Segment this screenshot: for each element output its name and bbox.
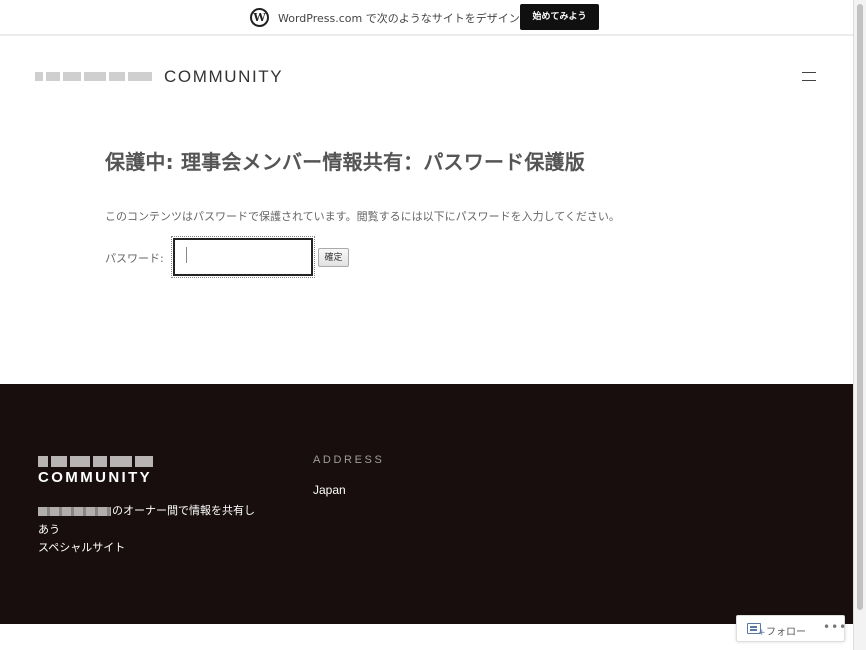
bottom-strip [0, 624, 853, 650]
logo-block [93, 455, 107, 467]
plus-icon: + [758, 628, 766, 638]
footer-site-title[interactable]: COMMUNITY [38, 469, 152, 486]
get-started-button[interactable]: 始めてみよう [520, 4, 599, 30]
submit-password-button[interactable]: 確定 [318, 248, 349, 267]
footer-logo-pixelated[interactable] [38, 455, 158, 467]
site-title[interactable]: COMMUNITY [164, 67, 283, 87]
more-options-icon[interactable]: ••• [823, 620, 847, 634]
address-heading: ADDRESS [313, 454, 385, 466]
logo-block [38, 455, 48, 467]
logo-block [51, 455, 67, 467]
logo-block [128, 71, 152, 81]
logo-block [135, 455, 153, 467]
site-logo-pixelated[interactable] [35, 70, 155, 82]
logo-block [109, 71, 125, 81]
footer-description-line1: のオーナー間で情報を共有し [112, 504, 255, 517]
wordpress-logo-icon[interactable]: W [250, 8, 269, 27]
password-input[interactable] [173, 238, 313, 276]
hamburger-menu-icon[interactable] [802, 72, 816, 81]
logo-block [35, 71, 43, 81]
address-value: Japan [313, 483, 346, 497]
site-footer: COMMUNITY のオーナー間で情報を共有し あう スペシャルサイト ADDR… [0, 384, 853, 624]
footer-description: のオーナー間で情報を共有し あう スペシャルサイト [38, 502, 264, 558]
page-title: 保護中: 理事会メンバー情報共有：パスワード保護版 [105, 150, 585, 174]
scrollbar-thumb[interactable] [857, 4, 863, 610]
password-label: パスワード: [105, 252, 164, 265]
text-caret [186, 247, 187, 263]
follow-widget[interactable]: + フォロー ••• [736, 615, 847, 642]
password-field-focus-ring [171, 236, 315, 278]
vertical-scrollbar[interactable] [853, 0, 866, 650]
logo-block [110, 455, 132, 467]
browser-window: W WordPress.com で次のようなサイトをデザイン 始めてみよう CO… [0, 0, 853, 650]
footer-description-line2: あう [38, 522, 60, 536]
logo-block [70, 455, 90, 467]
footer-description-line3: スペシャルサイト [38, 541, 126, 554]
wordpress-promo-bar: W WordPress.com で次のようなサイトをデザイン 始めてみよう [0, 0, 853, 36]
redacted-text [38, 506, 111, 516]
password-protected-notice: このコンテンツはパスワードで保護されています。閲覧するには以下にパスワードを入力… [105, 210, 620, 223]
logo-block [46, 71, 60, 81]
promo-text[interactable]: WordPress.com で次のようなサイトをデザイン [278, 10, 520, 26]
logo-block [63, 71, 81, 81]
follow-button-label[interactable]: フォロー [766, 623, 806, 638]
logo-block [84, 71, 106, 81]
